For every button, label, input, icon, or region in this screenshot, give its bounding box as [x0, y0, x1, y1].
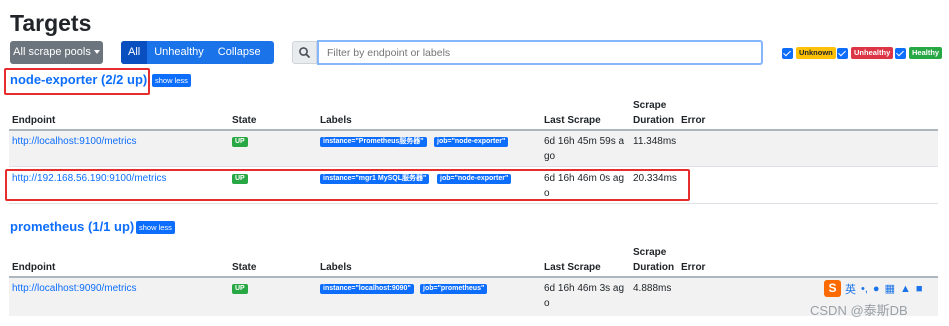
col-endpoint: Endpoint: [12, 115, 56, 126]
page-title: Targets: [10, 10, 92, 36]
collapse-all-button[interactable]: Collapse All: [211, 41, 274, 64]
label-job: job="prometheus": [420, 284, 488, 294]
state-filter-unhealthy[interactable]: Unhealthy: [837, 47, 894, 59]
state-filter-unknown[interactable]: Unknown: [782, 47, 836, 59]
row-divider: [9, 203, 938, 204]
last-scrape-line2: o: [544, 298, 550, 309]
filter-button-group: All Unhealthy Collapse All: [121, 41, 274, 64]
state-up-badge: UP: [232, 284, 248, 294]
endpoint-link[interactable]: http://localhost:9100/metrics: [12, 135, 137, 149]
checkbox-checked-icon: [782, 47, 793, 59]
checkbox-checked-icon: [895, 47, 906, 59]
unhealthy-badge: Unhealthy: [851, 47, 894, 59]
label-instance: instance="localhost:9090": [320, 284, 414, 294]
scrape-pools-dropdown[interactable]: All scrape pools: [10, 41, 103, 64]
pool-title-prometheus[interactable]: prometheus (1/1 up): [10, 219, 134, 235]
skin-icon[interactable]: ▲: [900, 283, 911, 295]
state-up-badge: UP: [232, 137, 248, 147]
search-button[interactable]: [292, 41, 317, 64]
toolbox-icon[interactable]: ■: [916, 283, 923, 295]
label-job: job="node-exporter": [434, 137, 509, 147]
annotation-box-row: [5, 169, 690, 201]
keyboard-icon[interactable]: ▦: [885, 282, 895, 295]
sogou-logo-icon: S: [824, 280, 841, 297]
col-scrape-duration-line1: Scrape: [633, 100, 667, 111]
col-labels: Labels: [320, 262, 352, 273]
last-scrape-line2: go: [544, 151, 556, 162]
scrape-pools-label: All scrape pools: [13, 46, 91, 58]
col-last-scrape: Last Scrape: [544, 262, 601, 273]
search-icon: [299, 47, 310, 58]
microphone-icon[interactable]: ●: [873, 283, 880, 295]
col-endpoint: Endpoint: [12, 262, 56, 273]
col-error: Error: [681, 262, 706, 273]
last-scrape-line1: 6d 16h 45m 59s a: [544, 136, 625, 147]
show-less-button[interactable]: show less: [152, 74, 191, 87]
checkbox-checked-icon: [837, 47, 848, 59]
col-scrape-duration-line2: Duration: [633, 115, 675, 126]
state-filter-healthy[interactable]: Healthy: [895, 47, 943, 59]
unknown-badge: Unknown: [796, 47, 836, 59]
scrape-duration: 11.348ms: [633, 136, 677, 147]
punctuation-icon[interactable]: •,: [861, 283, 868, 295]
row-divider: [9, 166, 938, 167]
show-less-button[interactable]: show less: [136, 221, 175, 234]
ime-language[interactable]: 英: [845, 281, 856, 297]
col-state: State: [232, 262, 257, 273]
last-scrape-line1: 6d 16h 46m 3s ag: [544, 283, 625, 294]
watermark: CSDN @泰斯DB: [810, 303, 908, 318]
col-error: Error: [681, 115, 706, 126]
col-state: State: [232, 115, 257, 126]
label-instance: instance="Prometheus服务器": [320, 137, 427, 147]
col-scrape-duration-line1: Scrape: [633, 247, 667, 258]
caret-down-icon: [93, 50, 100, 54]
col-labels: Labels: [320, 115, 352, 126]
scrape-duration: 4.888ms: [633, 283, 672, 294]
pool-title-node-exporter[interactable]: node-exporter (2/2 up): [10, 72, 147, 88]
col-scrape-duration-line2: Duration: [633, 262, 675, 273]
ime-toolbar[interactable]: S 英 •, ● ▦ ▲ ■: [824, 280, 928, 297]
healthy-badge: Healthy: [909, 47, 943, 59]
col-last-scrape: Last Scrape: [544, 115, 601, 126]
search-input[interactable]: [317, 40, 763, 65]
endpoint-link[interactable]: http://localhost:9090/metrics: [12, 282, 137, 296]
filter-all-button[interactable]: All: [121, 41, 148, 64]
filter-unhealthy-button[interactable]: Unhealthy: [147, 41, 211, 64]
